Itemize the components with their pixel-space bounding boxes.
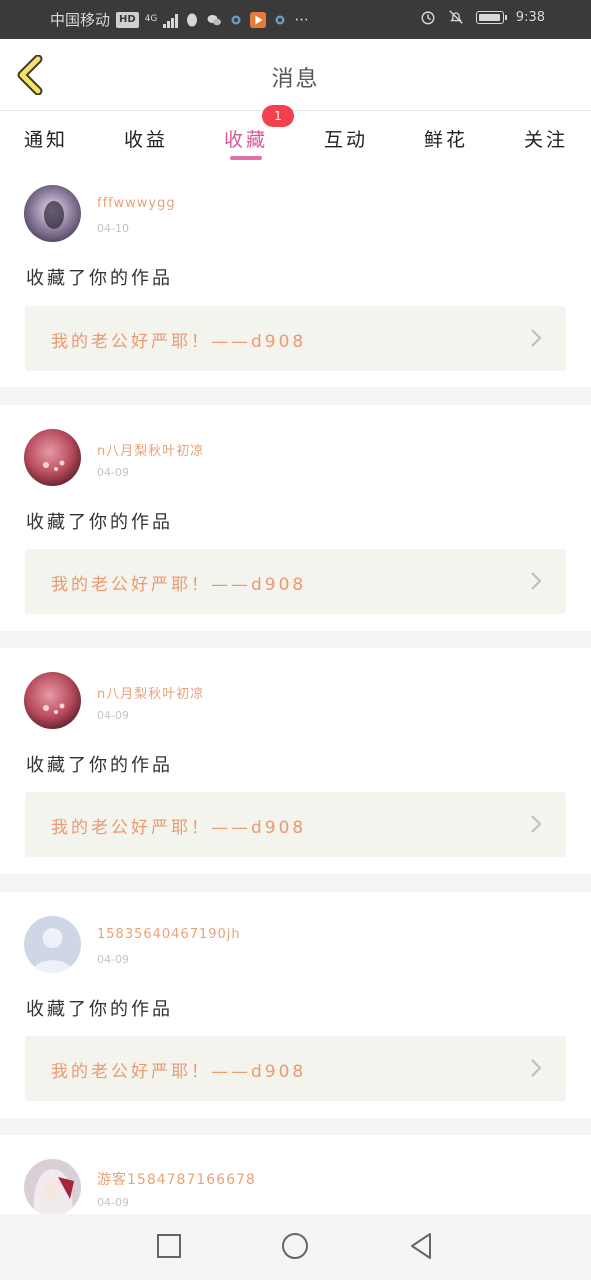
chevron-right-icon bbox=[531, 1059, 542, 1077]
chevron-right-icon bbox=[531, 815, 542, 833]
more-notifications-icon: ··· bbox=[294, 10, 309, 29]
unread-badge: 1 bbox=[262, 105, 294, 127]
message-card: n八月梨秋叶初凉 04-09 收藏了你的作品 我的老公好严耶！——d908 bbox=[0, 405, 591, 631]
message-action: 收藏了你的作品 bbox=[26, 999, 173, 1020]
tab-earnings[interactable]: 收益 bbox=[124, 125, 168, 152]
message-card: fffwwwygg 04-10 收藏了你的作品 我的老公好严耶！——d908 bbox=[0, 171, 591, 387]
qq-icon bbox=[187, 13, 198, 26]
message-card: 15835640467190jh 04-09 收藏了你的作品 我的老公好严耶！—… bbox=[0, 892, 591, 1118]
default-avatar-icon[interactable] bbox=[24, 916, 81, 973]
recent-apps-icon[interactable] bbox=[154, 1231, 184, 1261]
carrier-label: 中国移动 bbox=[50, 11, 111, 29]
wechat-icon bbox=[207, 14, 222, 25]
mute-bell-icon bbox=[449, 10, 463, 24]
username[interactable]: n八月梨秋叶初凉 bbox=[97, 440, 204, 459]
page-title: 消息 bbox=[271, 67, 320, 92]
work-title: 我的老公好严耶！——d908 bbox=[51, 1062, 307, 1082]
message-card: n八月梨秋叶初凉 04-09 收藏了你的作品 我的老公好严耶！——d908 bbox=[0, 648, 591, 874]
app-header: 消息 bbox=[0, 39, 591, 111]
message-card: 游客1584787166678 04-09 bbox=[0, 1135, 591, 1214]
work-link[interactable]: 我的老公好严耶！——d908 bbox=[25, 306, 566, 371]
user-avatar[interactable] bbox=[24, 185, 81, 242]
work-title: 我的老公好严耶！——d908 bbox=[51, 818, 307, 838]
message-action: 收藏了你的作品 bbox=[26, 512, 173, 533]
message-date: 04-09 bbox=[97, 1196, 129, 1209]
message-date: 04-09 bbox=[97, 709, 129, 722]
message-date: 04-09 bbox=[97, 466, 129, 479]
message-date: 04-10 bbox=[97, 222, 129, 235]
tab-notifications[interactable]: 通知 bbox=[24, 125, 68, 152]
work-title: 我的老公好严耶！——d908 bbox=[51, 332, 307, 352]
network-label: 4G bbox=[144, 14, 158, 24]
status-bar: 中国移动 HD 4G ··· 9:38 bbox=[0, 0, 591, 39]
chevron-right-icon bbox=[531, 329, 542, 347]
username[interactable]: fffwwwygg bbox=[97, 196, 176, 211]
user-avatar[interactable] bbox=[24, 672, 81, 729]
tab-bar: 通知 收益 收藏 互动 鲜花 关注 1 bbox=[0, 105, 591, 171]
message-action: 收藏了你的作品 bbox=[26, 268, 173, 289]
work-link[interactable]: 我的老公好严耶！——d908 bbox=[25, 792, 566, 857]
video-app-icon bbox=[250, 11, 267, 28]
tab-interactions[interactable]: 互动 bbox=[324, 125, 368, 152]
user-avatar[interactable] bbox=[24, 1159, 81, 1214]
message-date: 04-09 bbox=[97, 953, 129, 966]
message-action: 收藏了你的作品 bbox=[26, 755, 173, 776]
tab-flowers[interactable]: 鲜花 bbox=[424, 125, 468, 152]
work-title: 我的老公好严耶！——d908 bbox=[51, 575, 307, 595]
active-tab-indicator bbox=[230, 156, 262, 160]
home-icon[interactable] bbox=[280, 1231, 310, 1261]
clock-time: 9:38 bbox=[515, 9, 545, 25]
work-link[interactable]: 我的老公好严耶！——d908 bbox=[25, 1036, 566, 1101]
username[interactable]: 15835640467190jh bbox=[97, 927, 241, 942]
battery-icon bbox=[475, 10, 507, 24]
username[interactable]: n八月梨秋叶初凉 bbox=[97, 683, 204, 702]
chevron-right-icon bbox=[531, 572, 542, 590]
system-nav-bar bbox=[0, 1214, 591, 1280]
back-nav-icon[interactable] bbox=[406, 1231, 436, 1261]
work-link[interactable]: 我的老公好严耶！——d908 bbox=[25, 549, 566, 614]
hd-badge: HD bbox=[116, 11, 139, 28]
alarm-icon bbox=[421, 11, 435, 25]
app-notify-icon-2 bbox=[275, 15, 285, 24]
user-avatar[interactable] bbox=[24, 429, 81, 486]
app-notify-icon bbox=[231, 15, 241, 24]
username[interactable]: 游客1584787166678 bbox=[97, 1169, 256, 1189]
tab-favorites[interactable]: 收藏 bbox=[224, 125, 268, 152]
signal-icon bbox=[163, 12, 179, 28]
tab-following[interactable]: 关注 bbox=[524, 125, 568, 152]
